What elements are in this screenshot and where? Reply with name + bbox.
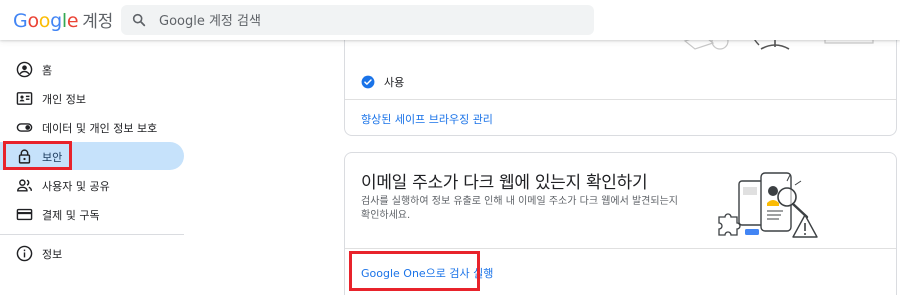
google-wordmark: Google: [13, 10, 79, 32]
card-description: 검사를 실행하여 정보 유출로 인해 내 이메일 주소가 다크 웹에서 발견되는…: [361, 196, 678, 221]
sidebar-item-label: 개인 정보: [42, 93, 86, 106]
search-bar[interactable]: [121, 5, 594, 37]
safe-browsing-status: 사용: [361, 73, 404, 91]
info-icon: [16, 245, 33, 262]
credit-card-icon: [16, 208, 33, 221]
sidebar-nav: 홈 개인 정보 데이터 및 개인 정보 보호 보안 사용자 및 공유 결제 및 …: [0, 40, 200, 295]
dark-web-illustration: [718, 172, 818, 238]
google-account-logo[interactable]: Google 계정: [13, 7, 113, 32]
search-icon[interactable]: [131, 12, 147, 28]
sidebar-item-security[interactable]: 보안: [0, 142, 184, 170]
sidebar-item-data-privacy[interactable]: 데이터 및 개인 정보 보호: [0, 113, 184, 141]
sidebar-item-label: 사용자 및 공유: [42, 180, 110, 193]
lock-icon: [18, 149, 31, 164]
card-divider: [345, 248, 896, 249]
sidebar-item-people-sharing[interactable]: 사용자 및 공유: [0, 171, 184, 199]
sidebar-item-label: 결제 및 구독: [42, 209, 100, 222]
app-header: Google 계정: [0, 0, 900, 40]
sidebar-item-label: 보안: [42, 151, 63, 164]
people-icon: [17, 179, 33, 192]
search-input[interactable]: [157, 5, 581, 37]
sidebar-item-label: 홈: [42, 64, 53, 77]
sidebar-divider: [0, 234, 184, 235]
account-circle-icon: [16, 61, 33, 78]
sidebar-item-about[interactable]: 정보: [0, 239, 184, 267]
id-card-icon: [16, 92, 33, 105]
sidebar-item-payments[interactable]: 결제 및 구독: [0, 200, 184, 228]
card-title: 이메일 주소가 다크 웹에 있는지 확인하기: [361, 173, 648, 193]
product-name: 계정: [82, 12, 113, 32]
dark-web-card: 이메일 주소가 다크 웹에 있는지 확인하기 검사를 실행하여 정보 유출로 인…: [344, 152, 897, 295]
sidebar-item-label: 데이터 및 개인 정보 보호: [42, 122, 158, 135]
sidebar-item-home[interactable]: 홈: [0, 55, 184, 83]
status-text: 사용: [384, 76, 405, 89]
run-check-google-one-link[interactable]: Google One으로 검사 실행: [361, 265, 493, 281]
card-divider: [345, 99, 896, 100]
check-circle-icon: [361, 75, 375, 89]
sidebar-item-personal-info[interactable]: 개인 정보: [0, 84, 184, 112]
toggle-icon: [16, 123, 33, 132]
sidebar-item-label: 정보: [42, 248, 63, 261]
manage-safe-browsing-link[interactable]: 향상된 세이프 브라우징 관리: [361, 111, 493, 127]
